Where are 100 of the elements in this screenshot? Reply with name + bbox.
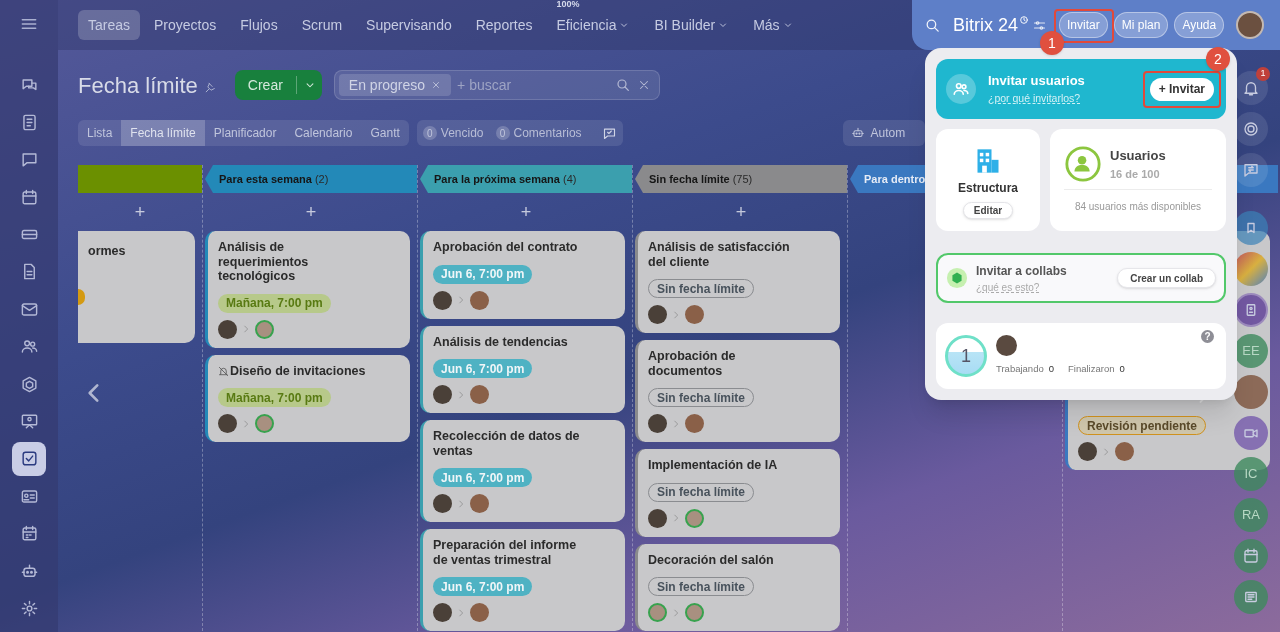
page-title: Fecha límite: [78, 71, 198, 100]
counter-label[interactable]: Comentarios: [513, 124, 582, 142]
view-tab[interactable]: Planificador: [204, 120, 286, 146]
nav-tab[interactable]: BI Builder: [644, 10, 740, 40]
user-avatar[interactable]: [685, 305, 704, 324]
help-icon[interactable]: ?: [1201, 330, 1214, 343]
user-avatar[interactable]: [218, 414, 237, 433]
user-avatar[interactable]: [433, 603, 452, 622]
add-task-button[interactable]: +: [735, 198, 747, 226]
task-title[interactable]: ormes: [88, 240, 126, 259]
user-initials[interactable]: IC: [1234, 457, 1268, 491]
edit-button[interactable]: Editar: [962, 202, 1014, 219]
nav-tab[interactable]: Flujos: [230, 10, 288, 40]
deadline-badge: Jun 6, 7:00 pm: [433, 264, 533, 284]
add-task-button[interactable]: +: [305, 198, 317, 226]
create-button[interactable]: Crear: [234, 70, 322, 100]
task-card[interactable]: Implementación de IA Sin fecha límite: [635, 449, 840, 537]
task-title[interactable]: Análisis de requerimientos tecnológicos: [218, 240, 368, 284]
task-title[interactable]: Recolección de datos de ventas: [433, 429, 583, 458]
search-icon: [614, 77, 631, 93]
view-tab[interactable]: Fecha límite: [121, 120, 205, 146]
invite-button[interactable]: + Invitar: [1149, 77, 1214, 101]
add-task-button[interactable]: +: [520, 198, 532, 226]
task-card[interactable]: Análisis de tendencias Jun 6, 7:00 pm: [420, 325, 625, 413]
task-title[interactable]: Decoración del salón: [648, 552, 774, 567]
user-avatar[interactable]: [648, 414, 667, 433]
view-tab[interactable]: Gantt: [361, 120, 409, 146]
task-card[interactable]: Análisis de requerimientos tecnológicos Mañana, 7:00 pm: [205, 231, 410, 348]
user-avatar[interactable]: [218, 319, 237, 339]
chevron-right-icon: [241, 324, 251, 334]
nav-tab[interactable]: Scrum: [291, 10, 353, 40]
task-card[interactable]: Aprobación del contrato Jun 6, 7:00 pm: [420, 231, 625, 319]
user-avatar[interactable]: [470, 603, 489, 622]
nav-tab[interactable]: Tareas: [78, 10, 141, 40]
collabs-title: Invitar a collabs: [976, 262, 1067, 280]
user-initials[interactable]: RA: [1234, 498, 1268, 532]
task-title[interactable]: Análisis de satisfacción del cliente: [648, 240, 798, 269]
task-card[interactable]: Recolección de datos de ventas Jun 6, 7:00 pm: [420, 420, 625, 522]
user-avatar[interactable]: [648, 508, 667, 528]
column-title: Para dentro: [864, 171, 926, 187]
user-avatar[interactable]: [433, 494, 452, 513]
sidebar-item[interactable]: [12, 441, 46, 476]
nav-tab[interactable]: Proyectos: [144, 10, 227, 40]
avatar: [78, 289, 85, 305]
task-title[interactable]: Diseño de invitaciones: [230, 363, 366, 378]
user-avatar[interactable]: [1115, 442, 1134, 461]
task-card[interactable]: Decoración del salón Sin fecha límite: [635, 543, 840, 631]
stat-label: Finalizaron: [1068, 362, 1115, 377]
view-tab[interactable]: Lista: [78, 120, 122, 146]
calendar-grid-icon: [19, 524, 39, 544]
task-card[interactable]: ormes: [78, 231, 195, 343]
column-count: (75): [732, 171, 753, 187]
user-avatar[interactable]: [1078, 442, 1097, 461]
task-card[interactable]: Aprobación de documentos Sin fecha límite: [635, 340, 840, 442]
user-avatar[interactable]: [433, 290, 452, 310]
chevron-right-icon: [671, 607, 681, 618]
nav-tab[interactable]: Reportes: [465, 10, 543, 40]
chat-check-icon: [601, 125, 617, 141]
task-title[interactable]: Preparación del informe de ventas trimestral: [433, 538, 583, 567]
user-avatar[interactable]: [470, 290, 489, 310]
chevron-right-icon: [1101, 446, 1111, 457]
filter-chip[interactable]: En progreso: [338, 74, 452, 96]
task-title[interactable]: Análisis de tendencias: [433, 334, 568, 349]
user-avatar[interactable]: [433, 385, 452, 404]
column-count: (4): [562, 171, 577, 187]
task-card[interactable]: Preparación del informe de ventas trimestral Jun 6, 7:00 pm: [420, 529, 625, 631]
close-icon: [431, 80, 442, 90]
people-icon: [952, 80, 970, 98]
calendar-icon: [19, 187, 39, 207]
task-title[interactable]: Aprobación de documentos: [648, 349, 798, 378]
bell-icon: [1242, 79, 1260, 97]
add-task-button[interactable]: +: [134, 198, 146, 226]
user-avatar[interactable]: [685, 414, 704, 433]
search-field[interactable]: En progreso + buscar: [333, 70, 660, 100]
user-avatar[interactable]: [648, 305, 667, 324]
user-avatar[interactable]: [470, 494, 489, 513]
stat-label: Trabajando: [996, 362, 1044, 377]
task-card[interactable]: Diseño de invitaciones Mañana, 7:00 pm: [205, 354, 410, 442]
notification-badge: 1: [1256, 67, 1270, 81]
robot-icon: [850, 126, 865, 140]
checkbox-icon: [19, 449, 39, 469]
user-avatar[interactable]: [470, 385, 489, 404]
chevron-right-icon: [671, 418, 681, 429]
task-title[interactable]: Implementación de IA: [648, 458, 778, 473]
task-title[interactable]: Aprobación del contrato: [433, 240, 578, 255]
nav-tab[interactable]: Más: [743, 10, 804, 40]
column-title: Para la próxima semana: [434, 171, 560, 187]
counter-badge: 0: [422, 126, 437, 140]
logo[interactable]: Bitrix 24: [953, 11, 1019, 39]
create-collab-button[interactable]: Crear un collab: [1117, 268, 1216, 288]
counter-label[interactable]: Vencido: [440, 124, 484, 142]
column-title: Sin fecha límite: [649, 171, 730, 187]
task-card[interactable]: Análisis de satisfacción del cliente Sin fecha límite: [635, 231, 840, 333]
column-count: (2): [314, 171, 329, 187]
nav-tab[interactable]: Supervisando: [356, 10, 462, 40]
view-tab[interactable]: Calendario: [285, 120, 362, 146]
automation-button[interactable]: Autom: [842, 120, 926, 146]
deadline-badge: Revisión pendiente: [1078, 416, 1207, 435]
chevron-right-icon: [456, 389, 466, 400]
stat-value: 0: [1048, 362, 1054, 377]
